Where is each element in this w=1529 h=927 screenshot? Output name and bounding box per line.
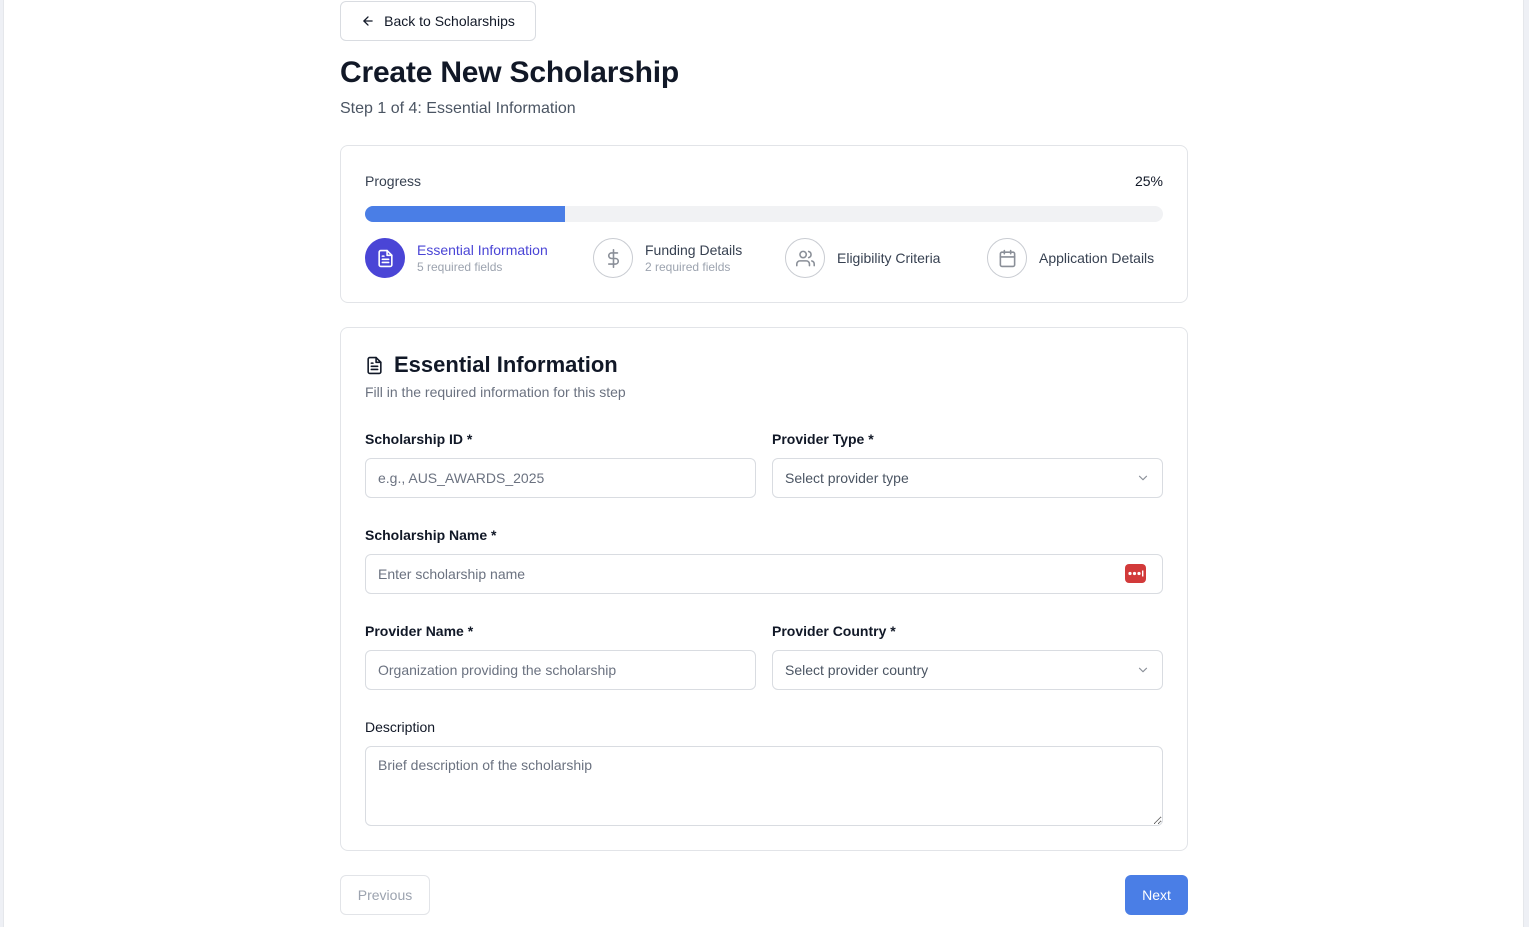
essential-information-card: Essential Information Fill in the requir…	[340, 327, 1188, 851]
dots-icon	[1128, 570, 1144, 577]
scholarship-name-input[interactable]	[365, 554, 1163, 594]
page-title: Create New Scholarship	[340, 56, 680, 89]
section-title: Essential Information	[394, 352, 618, 377]
password-manager-icon[interactable]	[1125, 564, 1146, 583]
left-window-edge	[0, 0, 4, 927]
progress-bar-fill	[365, 206, 565, 222]
scholarship-id-input[interactable]	[365, 458, 756, 498]
step-application-details[interactable]: Application Details	[987, 238, 1154, 278]
previous-button[interactable]: Previous	[340, 875, 430, 915]
provider-country-select[interactable]: Select provider country	[772, 650, 1163, 690]
step-title: Essential Information	[417, 241, 548, 258]
provider-country-label: Provider Country *	[772, 623, 896, 639]
description-textarea[interactable]	[365, 746, 1163, 826]
provider-type-select[interactable]: Select provider type	[772, 458, 1163, 498]
step-circle	[785, 238, 825, 278]
page-subtitle: Step 1 of 4: Essential Information	[340, 100, 576, 117]
progress-label: Progress	[365, 173, 422, 189]
step-required-count: 2 required fields	[645, 259, 731, 274]
provider-country-value: Select provider country	[785, 662, 929, 678]
progress-percent: 25%	[1134, 173, 1163, 189]
provider-type-label: Provider Type *	[772, 431, 874, 447]
document-icon	[377, 249, 393, 267]
step-funding-details[interactable]: Funding Details 2 required fields	[593, 238, 742, 278]
description-label: Description	[365, 719, 436, 735]
dollar-icon	[607, 248, 619, 268]
chevron-down-icon	[1138, 475, 1148, 481]
section-description: Fill in the required information for thi…	[365, 384, 626, 400]
step-required-count: 5 required fields	[417, 259, 503, 274]
section-header: Essential Information	[365, 352, 618, 378]
arrow-left-icon	[363, 16, 373, 26]
scholarship-id-label: Scholarship ID *	[365, 431, 473, 447]
progress-card: Progress 25% Essential Information 5 req…	[340, 145, 1188, 303]
next-button[interactable]: Next	[1125, 875, 1188, 915]
provider-name-input[interactable]	[365, 650, 756, 690]
step-essential-information[interactable]: Essential Information 5 required fields	[365, 238, 548, 278]
step-title: Application Details	[1039, 249, 1155, 266]
users-icon	[795, 250, 815, 266]
step-circle	[987, 238, 1027, 278]
provider-type-value: Select provider type	[785, 470, 909, 486]
calendar-icon	[999, 249, 1015, 267]
step-title: Funding Details	[645, 241, 743, 258]
provider-name-label: Provider Name *	[365, 623, 474, 639]
document-icon	[367, 356, 382, 374]
step-circle	[593, 238, 633, 278]
step-circle	[365, 238, 405, 278]
step-eligibility-criteria[interactable]: Eligibility Criteria	[785, 238, 940, 278]
back-to-scholarships-button[interactable]: Back to Scholarships	[340, 1, 536, 41]
scholarship-name-label: Scholarship Name *	[365, 527, 497, 543]
right-scrollbar-track[interactable]	[1523, 0, 1529, 927]
step-title: Eligibility Criteria	[837, 249, 941, 266]
progress-bar	[365, 206, 1163, 222]
chevron-down-icon	[1138, 667, 1148, 673]
back-label: Back to Scholarships	[384, 13, 515, 29]
